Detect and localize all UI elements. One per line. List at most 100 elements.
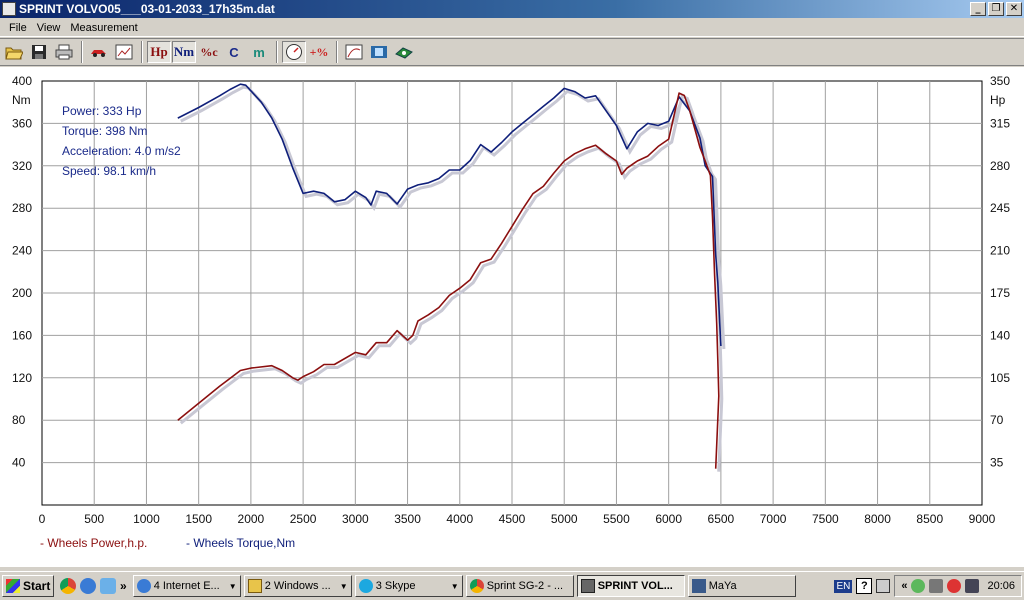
y-left-tick-label: 280 bbox=[12, 201, 32, 215]
check-icon[interactable] bbox=[911, 579, 926, 593]
task-internet-explorer[interactable]: 4 Internet E... ▼ bbox=[132, 575, 241, 597]
info-power: Power: 333 Hp bbox=[62, 104, 142, 118]
x-tick-label: 9000 bbox=[969, 512, 996, 526]
gauge-icon[interactable] bbox=[282, 41, 306, 63]
y-left-tick-label: 80 bbox=[12, 413, 26, 427]
y-left-tick-label: 400 bbox=[12, 74, 32, 88]
x-tick-label: 6500 bbox=[708, 512, 735, 526]
app-icon bbox=[2, 2, 16, 16]
chevron-down-icon: ▼ bbox=[450, 581, 459, 591]
graph-settings-icon[interactable] bbox=[112, 41, 136, 63]
print-icon[interactable] bbox=[52, 41, 76, 63]
toolbar-separator bbox=[141, 41, 143, 63]
save-icon[interactable] bbox=[27, 41, 51, 63]
task-sprint-volvo[interactable]: SPRINT VOL... bbox=[576, 575, 685, 597]
task-label: Sprint SG-2 - ... bbox=[486, 580, 564, 592]
toolbar-separator bbox=[276, 41, 278, 63]
left-axis-unit: Nm bbox=[12, 93, 31, 107]
start-label: Start bbox=[23, 579, 51, 593]
task-label: 4 Internet E... bbox=[153, 580, 220, 592]
y-right-tick-label: 210 bbox=[990, 244, 1010, 258]
language-indicator[interactable]: EN bbox=[834, 579, 853, 593]
curve-graph-icon[interactable] bbox=[342, 41, 366, 63]
info-acceleration: Acceleration: 4.0 m/s2 bbox=[62, 144, 181, 158]
x-tick-label: 500 bbox=[84, 512, 104, 526]
y-right-tick-label: 105 bbox=[990, 371, 1010, 385]
m-button[interactable]: m bbox=[247, 41, 271, 63]
system-tray: EN ? « 20:06 bbox=[834, 575, 1022, 597]
x-tick-label: 8000 bbox=[864, 512, 891, 526]
plus-percent-button[interactable]: +% bbox=[307, 41, 331, 63]
sprint-icon bbox=[580, 579, 595, 593]
maya-icon bbox=[691, 579, 706, 593]
open-folder-icon[interactable] bbox=[2, 41, 26, 63]
info-speed: Speed: 98.1 km/h bbox=[62, 164, 156, 178]
right-axis-unit: Hp bbox=[990, 93, 1006, 107]
x-tick-label: 3500 bbox=[394, 512, 421, 526]
film-icon[interactable] bbox=[367, 41, 391, 63]
messenger-icon[interactable] bbox=[100, 578, 116, 594]
quick-launch: » bbox=[60, 578, 127, 594]
toolbar-separator bbox=[336, 41, 338, 63]
task-skype[interactable]: 3 Skype ▼ bbox=[354, 575, 463, 597]
y-left-tick-label: 160 bbox=[12, 328, 32, 342]
window-title: SPRINT VOLVO05___03-01-2033_17h35m.dat bbox=[19, 2, 275, 16]
dyno-chart-area: 0 500 1000 1500 2000 2500 3000 3500 4000 4500 5000… bbox=[0, 67, 1024, 567]
menu-measurement[interactable]: Measurement bbox=[65, 22, 142, 34]
minimize-button[interactable]: _ bbox=[970, 2, 986, 16]
task-maya[interactable]: MaYa bbox=[687, 575, 796, 597]
task-label: MaYa bbox=[708, 580, 737, 592]
chevron-down-icon: ▼ bbox=[339, 581, 348, 591]
chrome-icon[interactable] bbox=[60, 578, 76, 594]
info-torque: Torque: 398 Nm bbox=[62, 124, 147, 138]
x-tick-label: 1000 bbox=[133, 512, 160, 526]
volume-icon[interactable] bbox=[965, 579, 980, 593]
toolbar: Hp Nm %c C m +% bbox=[0, 38, 1024, 66]
monitor-icon[interactable] bbox=[876, 579, 891, 593]
x-tick-label: 5000 bbox=[551, 512, 578, 526]
start-button[interactable]: Start bbox=[2, 575, 54, 597]
quick-launch-more[interactable]: » bbox=[120, 579, 127, 593]
network-icon[interactable] bbox=[929, 579, 944, 593]
task-label: 2 Windows ... bbox=[264, 580, 331, 592]
y-left-tick-label: 40 bbox=[12, 456, 26, 470]
tray-expand-button[interactable]: « bbox=[901, 580, 907, 592]
folder-icon bbox=[247, 579, 262, 593]
y-right-tick-label: 280 bbox=[990, 159, 1010, 173]
percent-button[interactable]: %c bbox=[197, 41, 221, 63]
y-right-tick-label: 35 bbox=[990, 456, 1004, 470]
close-button[interactable]: ✕ bbox=[1006, 2, 1022, 16]
clock[interactable]: 20:06 bbox=[987, 580, 1015, 592]
y-right-tick-label: 315 bbox=[990, 116, 1010, 130]
restore-button[interactable]: ❐ bbox=[988, 2, 1004, 16]
c-button[interactable]: C bbox=[222, 41, 246, 63]
help-icon[interactable]: ? bbox=[856, 578, 873, 594]
export-icon[interactable] bbox=[392, 41, 416, 63]
car-icon[interactable] bbox=[87, 41, 111, 63]
x-tick-label: 3000 bbox=[342, 512, 369, 526]
x-tick-label: 4000 bbox=[446, 512, 473, 526]
x-tick-label: 2000 bbox=[238, 512, 265, 526]
y-left-tick-label: 240 bbox=[12, 244, 32, 258]
y-left-tick-label: 360 bbox=[12, 116, 32, 130]
chrome-icon bbox=[469, 579, 484, 593]
chevron-down-icon: ▼ bbox=[228, 581, 237, 591]
windows-logo-icon bbox=[6, 579, 20, 593]
menu-bar: File View Measurement bbox=[0, 19, 1024, 37]
x-tick-label: 0 bbox=[39, 512, 46, 526]
menu-view[interactable]: View bbox=[32, 22, 66, 34]
y-right-tick-label: 140 bbox=[990, 328, 1010, 342]
x-tick-label: 4500 bbox=[499, 512, 526, 526]
ie-icon[interactable] bbox=[80, 578, 96, 594]
menu-file[interactable]: File bbox=[4, 22, 32, 34]
x-tick-label: 7000 bbox=[760, 512, 787, 526]
nm-toggle-button[interactable]: Nm bbox=[172, 41, 196, 63]
x-tick-label: 6000 bbox=[655, 512, 682, 526]
y-right-tick-label: 350 bbox=[990, 74, 1010, 88]
antivirus-icon[interactable] bbox=[947, 579, 962, 593]
x-tick-label: 2500 bbox=[290, 512, 317, 526]
task-sprint-sg2[interactable]: Sprint SG-2 - ... bbox=[465, 575, 574, 597]
task-windows-explorer[interactable]: 2 Windows ... ▼ bbox=[243, 575, 352, 597]
y-right-tick-label: 245 bbox=[990, 201, 1010, 215]
hp-toggle-button[interactable]: Hp bbox=[147, 41, 171, 63]
